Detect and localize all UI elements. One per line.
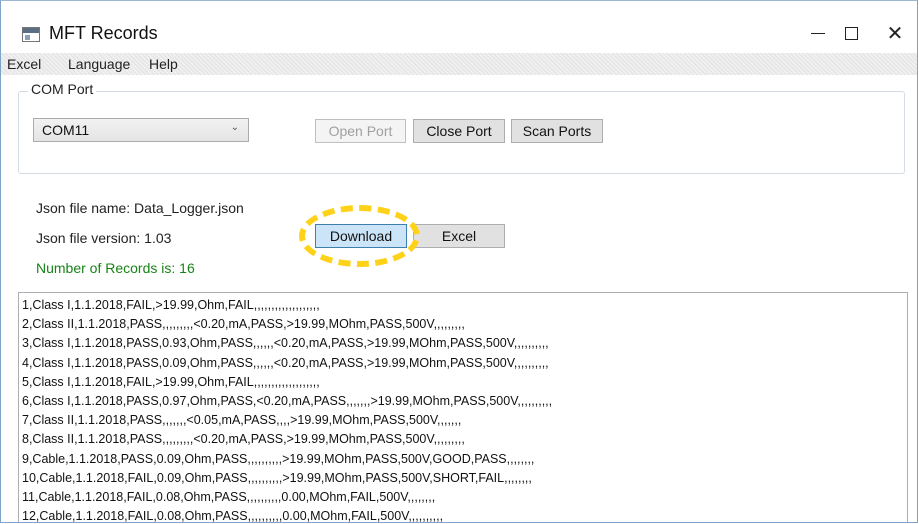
com-port-selected-value: COM11 [42, 122, 90, 138]
window-title: MFT Records [49, 23, 158, 43]
record-line: 11,Cable,1.1.2018,FAIL,0.08,Ohm,PASS,,,,… [22, 489, 436, 504]
records-list: 1,Class I,1.1.2018,FAIL,>19.99,Ohm,FAIL,… [22, 296, 902, 523]
menu-bar: Excel Language Help [1, 53, 917, 75]
record-line: 7,Class II,1.1.2018,PASS,,,,,,,<0.05,mA,… [22, 413, 462, 428]
scan-ports-button[interactable]: Scan Ports [511, 119, 603, 143]
record-line: 9,Cable,1.1.2018,PASS,0.09,Ohm,PASS,,,,,… [22, 451, 535, 466]
record-line: 8,Class II,1.1.2018,PASS,,,,,,,,,<0.20,m… [22, 432, 465, 447]
record-line: 6,Class I,1.1.2018,PASS,0.97,Ohm,PASS,<0… [22, 393, 553, 408]
app-icon [22, 27, 40, 42]
app-window: MFT Records ✕ Excel Language Help COM Po… [0, 0, 918, 523]
close-icon: ✕ [886, 21, 904, 45]
json-file-version-label: Json file version: 1.03 [36, 230, 172, 246]
records-count-label: Number of Records is: 16 [36, 260, 195, 276]
record-line: 5,Class I,1.1.2018,FAIL,>19.99,Ohm,FAIL,… [22, 374, 320, 389]
record-line: 1,Class I,1.1.2018,FAIL,>19.99,Ohm,FAIL,… [22, 298, 320, 312]
excel-button[interactable]: Excel [413, 224, 505, 248]
com-port-select[interactable]: COM11 ⌄ [33, 118, 249, 142]
highlight-annotation [299, 205, 420, 267]
menu-language[interactable]: Language [68, 56, 130, 72]
record-line: 10,Cable,1.1.2018,FAIL,0.09,Ohm,PASS,,,,… [22, 470, 532, 485]
records-textbox[interactable]: 1,Class I,1.1.2018,FAIL,>19.99,Ohm,FAIL,… [18, 292, 908, 523]
maximize-icon [844, 26, 858, 40]
menu-help[interactable]: Help [149, 56, 178, 72]
minimize-icon [811, 32, 825, 34]
com-port-group-label: COM Port [28, 81, 97, 97]
title-bar: MFT Records ✕ [1, 1, 917, 53]
record-line: 12,Cable,1.1.2018,FAIL,0.08,Ohm,PASS,,,,… [22, 509, 444, 523]
menu-excel[interactable]: Excel [7, 56, 41, 72]
chevron-down-icon: ⌄ [230, 122, 239, 133]
json-file-name-label: Json file name: Data_Logger.json [36, 200, 244, 216]
record-line: 2,Class II,1.1.2018,PASS,,,,,,,,,<0.20,m… [22, 317, 465, 332]
close-port-button[interactable]: Close Port [413, 119, 505, 143]
open-port-button[interactable]: Open Port [315, 119, 406, 143]
record-line: 3,Class I,1.1.2018,PASS,0.93,Ohm,PASS,,,… [22, 336, 549, 351]
close-button[interactable]: ✕ [872, 15, 917, 51]
maximize-button[interactable] [828, 15, 874, 51]
record-line: 4,Class I,1.1.2018,PASS,0.09,Ohm,PASS,,,… [22, 355, 549, 370]
